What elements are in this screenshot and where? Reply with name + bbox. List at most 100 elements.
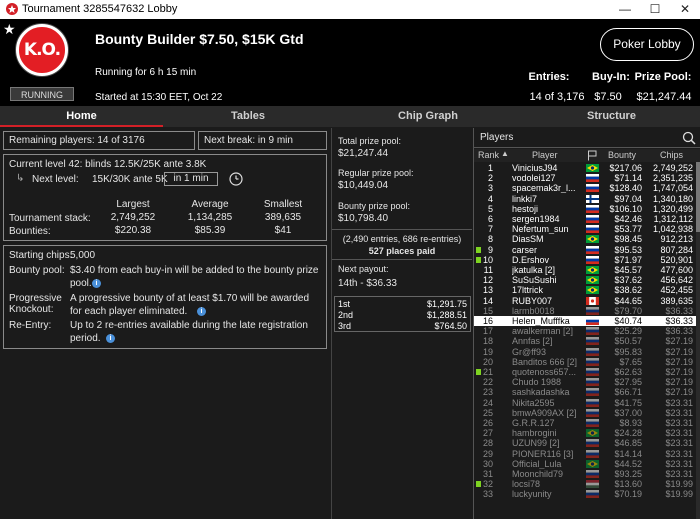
bounty-pool-text-2: pool. <box>70 278 92 289</box>
flag-ca-icon <box>586 296 599 305</box>
column-rank[interactable]: Rank <box>478 150 499 160</box>
player-row[interactable]: 26 G.R.R.127 $8.93 $23.31 <box>474 418 700 428</box>
player-row[interactable]: 23 sashkadashka $66.71 $27.19 <box>474 387 700 397</box>
player-chips: $19.99 <box>665 479 693 490</box>
prize-pool-label: Prize Pool: <box>634 71 692 83</box>
maximize-button[interactable]: ☐ <box>640 0 670 19</box>
flag-br-icon <box>586 164 599 172</box>
column-bounty[interactable]: Bounty <box>608 150 636 160</box>
player-chips: $36.33 <box>665 305 693 316</box>
player-row[interactable]: 12 SuSuSushi $37.62 456,642 <box>474 275 700 285</box>
player-row[interactable]: 14 RUBY007 $44.65 389,635 <box>474 296 700 306</box>
player-name: Nikita2595 <box>512 397 555 408</box>
player-name: UZUN99 [2] <box>512 438 560 449</box>
player-row[interactable]: 27 hambrogini $24.28 $23.31 <box>474 428 700 438</box>
tab-home[interactable]: Home <box>0 106 163 127</box>
player-row[interactable]: 5 hestoji $106.10 1,320,499 <box>474 204 700 214</box>
player-row[interactable]: 13 17lttrick $38.62 452,455 <box>474 285 700 295</box>
tab-chip-graph[interactable]: Chip Graph <box>333 106 523 127</box>
player-row[interactable]: 4 linkki7 $97.04 1,340,180 <box>474 194 700 204</box>
player-bounty: $41.75 <box>614 397 642 408</box>
player-row[interactable]: 18 Annfas [2] $50.57 $27.19 <box>474 336 700 346</box>
player-bounty: $62.63 <box>614 367 642 377</box>
players-panel: Players Rank ▲ Player Bounty Chips 1 Vini… <box>473 128 700 519</box>
player-row[interactable]: 10 D.Ershov $71.97 520,901 <box>474 255 700 265</box>
player-name: Banditos 666 [2] <box>512 356 578 367</box>
prize-pool-panel: Total prize pool: $21,247.44 Regular pri… <box>331 128 472 519</box>
stack-average: 1,134,285 <box>187 212 233 223</box>
player-bounty: $40.74 <box>614 316 642 326</box>
player-bounty: $45.57 <box>614 265 642 275</box>
poker-lobby-button[interactable]: Poker Lobby <box>600 28 694 61</box>
player-row[interactable]: 29 PIONER116 [3] $14.14 $23.31 <box>474 449 700 459</box>
player-bounty: $71.14 <box>614 173 642 184</box>
bounty-pool-info-icon[interactable]: i <box>92 279 101 288</box>
flag-column-icon[interactable] <box>587 150 597 161</box>
player-row[interactable]: 8 DiasSM $98.45 912,213 <box>474 234 700 244</box>
player-bounty: $93.25 <box>614 469 642 479</box>
column-player[interactable]: Player <box>532 150 558 160</box>
next-break-text: Next break: in 9 min <box>204 135 293 146</box>
player-row[interactable]: 2 vodolei127 $71.14 2,351,235 <box>474 173 700 183</box>
player-row[interactable]: 21 quotenoss657... $62.63 $27.19 <box>474 367 700 377</box>
player-bounty: $7.65 <box>619 356 642 367</box>
flag-ru-icon <box>586 184 599 193</box>
reentry-info-icon[interactable]: i <box>106 334 115 343</box>
player-rank: 18 <box>482 336 493 347</box>
payout-place: 1st <box>338 299 351 309</box>
player-row[interactable]: 16 Helen_Mufffka $40.74 $36.33 <box>474 316 700 326</box>
reentry-label: Re-Entry: <box>9 320 52 331</box>
flag-ru-icon <box>586 490 599 499</box>
player-row[interactable]: 32 locsi78 $13.60 $19.99 <box>474 479 700 489</box>
stats-header-smallest: Smallest <box>263 199 303 210</box>
flag-fi-icon <box>586 194 599 203</box>
player-row[interactable]: 19 Gr@ff93 $95.83 $27.19 <box>474 347 700 357</box>
player-name: hambrogini <box>512 428 557 439</box>
player-row[interactable]: 24 Nikita2595 $41.75 $23.31 <box>474 398 700 408</box>
players-scrollbar[interactable] <box>696 162 700 519</box>
clock-icon <box>229 172 243 186</box>
player-row[interactable]: 28 UZUN99 [2] $46.85 $23.31 <box>474 438 700 448</box>
sort-up-icon: ▲ <box>501 149 509 158</box>
player-row[interactable]: 15 larmb0018 $79.70 $36.33 <box>474 306 700 316</box>
payout-row: 2nd $1,288.51 <box>335 310 470 320</box>
tab-structure[interactable]: Structure <box>523 106 700 127</box>
stack-largest: 2,749,252 <box>110 212 156 223</box>
next-payout-label: Next payout: <box>338 264 389 274</box>
player-row[interactable]: 1 ViniciusJ94 $217.06 2,749,252 <box>474 163 700 173</box>
players-scrollbar-thumb[interactable] <box>696 162 700 232</box>
player-row[interactable]: 7 Nefertum_sun $53.77 1,042,938 <box>474 224 700 234</box>
knockout-logo-text: K.O. <box>23 40 61 60</box>
close-button[interactable]: ✕ <box>670 0 700 19</box>
minimize-button[interactable]: — <box>610 0 640 19</box>
player-bounty: $37.00 <box>614 407 642 418</box>
player-row[interactable]: 11 jkatulka [2] $45.57 477,600 <box>474 265 700 275</box>
player-row[interactable]: 25 bmwA909AX [2] $37.00 $23.31 <box>474 408 700 418</box>
player-chips: $27.19 <box>665 336 693 347</box>
tournament-header: ★ K.O. RUNNING Bounty Builder $7.50, $15… <box>0 19 700 106</box>
progressive-info-icon[interactable]: i <box>197 307 206 316</box>
payout-amount: $1,288.51 <box>426 310 467 320</box>
player-row[interactable]: 9 carser $95.53 807,284 <box>474 245 700 255</box>
player-chips: 520,901 <box>660 254 693 265</box>
column-chips[interactable]: Chips <box>660 150 683 160</box>
player-row[interactable]: 22 Chudo 1988 $27.95 $27.19 <box>474 377 700 387</box>
player-row[interactable]: 17 awalkerman [2] $25.29 $36.33 <box>474 326 700 336</box>
tab-tables[interactable]: Tables <box>163 106 333 127</box>
player-row[interactable]: 6 sergen1984 $42.46 1,312,112 <box>474 214 700 224</box>
favorite-star-icon[interactable]: ★ <box>3 21 16 38</box>
player-row[interactable]: 20 Banditos 666 [2] $7.65 $27.19 <box>474 357 700 367</box>
player-name: bmwA909AX [2] <box>512 407 577 418</box>
player-row[interactable]: 31 Moonchild79 $93.25 $23.31 <box>474 469 700 479</box>
player-bounty: $44.65 <box>614 295 642 306</box>
flag-ru-icon <box>586 368 599 376</box>
starting-chips-value: 5,000 <box>70 250 96 261</box>
player-row[interactable]: 3 spacemak3r_l... $128.40 1,747,054 <box>474 183 700 193</box>
stats-header-average: Average <box>191 199 229 210</box>
player-name: Nefertum_sun <box>512 224 569 235</box>
player-row[interactable]: 33 luckyunity $70.19 $19.99 <box>474 489 700 499</box>
player-bounty: $98.45 <box>614 234 642 245</box>
search-icon[interactable] <box>682 131 696 145</box>
player-row[interactable]: 30 Official_Lula $44.52 $23.31 <box>474 459 700 469</box>
player-rank: 14 <box>482 295 493 306</box>
